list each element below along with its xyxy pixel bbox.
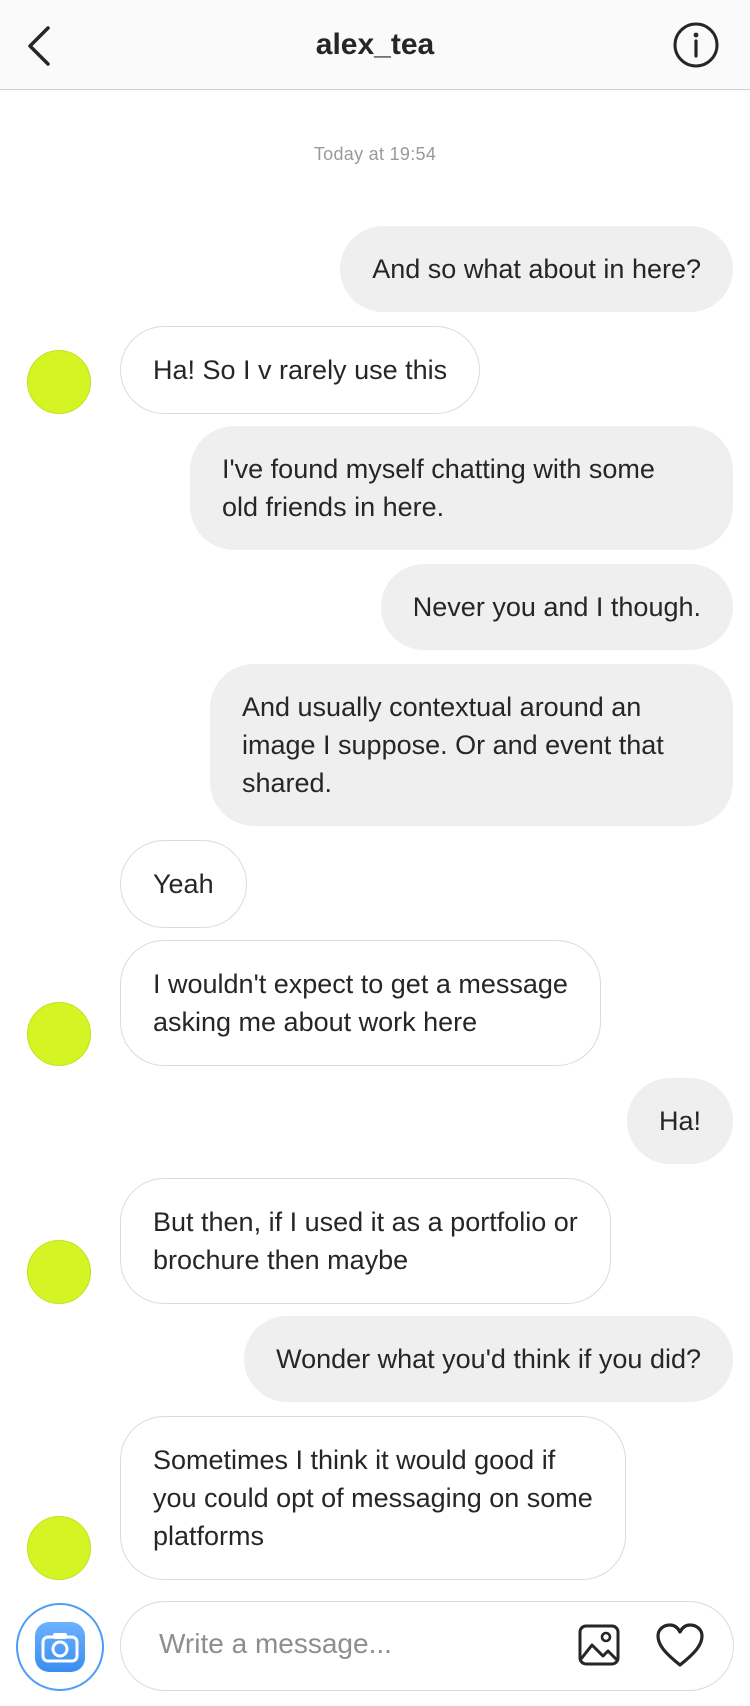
conversation-title[interactable]: alex_tea bbox=[0, 28, 750, 62]
sent-message-bubble[interactable]: I've found myself chatting with some old… bbox=[190, 426, 733, 550]
info-icon bbox=[673, 22, 719, 68]
gallery-button[interactable] bbox=[577, 1623, 621, 1667]
received-message-bubble[interactable]: Sometimes I think it would good if you c… bbox=[120, 1416, 626, 1580]
chat-header: alex_tea bbox=[0, 0, 750, 90]
info-button[interactable] bbox=[672, 21, 720, 69]
camera-button[interactable] bbox=[16, 1603, 104, 1691]
contact-avatar[interactable] bbox=[27, 350, 91, 414]
image-icon bbox=[578, 1624, 620, 1666]
received-message-bubble[interactable]: But then, if I used it as a portfolio or… bbox=[120, 1178, 611, 1304]
like-button[interactable] bbox=[655, 1623, 705, 1669]
camera-icon bbox=[35, 1622, 85, 1672]
sent-message-bubble[interactable]: Wonder what you'd think if you did? bbox=[244, 1316, 733, 1402]
sent-message-bubble[interactable]: And usually contextual around an image I… bbox=[210, 664, 733, 826]
contact-avatar[interactable] bbox=[27, 1240, 91, 1304]
contact-avatar[interactable] bbox=[27, 1002, 91, 1066]
message-input[interactable]: Write a message... bbox=[120, 1601, 734, 1691]
message-timestamp: Today at 19:54 bbox=[313, 144, 437, 164]
heart-icon bbox=[656, 1623, 704, 1667]
message-input-placeholder: Write a message... bbox=[159, 1628, 392, 1659]
received-message-bubble[interactable]: Ha! So I v rarely use this bbox=[120, 326, 481, 414]
sent-message-bubble[interactable]: And so what about in here? bbox=[340, 226, 733, 312]
contact-avatar[interactable] bbox=[27, 1516, 91, 1580]
received-message-bubble[interactable]: Yeah bbox=[120, 840, 247, 928]
sent-message-bubble[interactable]: Ha! bbox=[626, 1078, 733, 1164]
received-message-bubble[interactable]: I wouldn't expect to get a message askin… bbox=[120, 940, 601, 1066]
sent-message-bubble[interactable]: Never you and I though. bbox=[380, 564, 733, 650]
